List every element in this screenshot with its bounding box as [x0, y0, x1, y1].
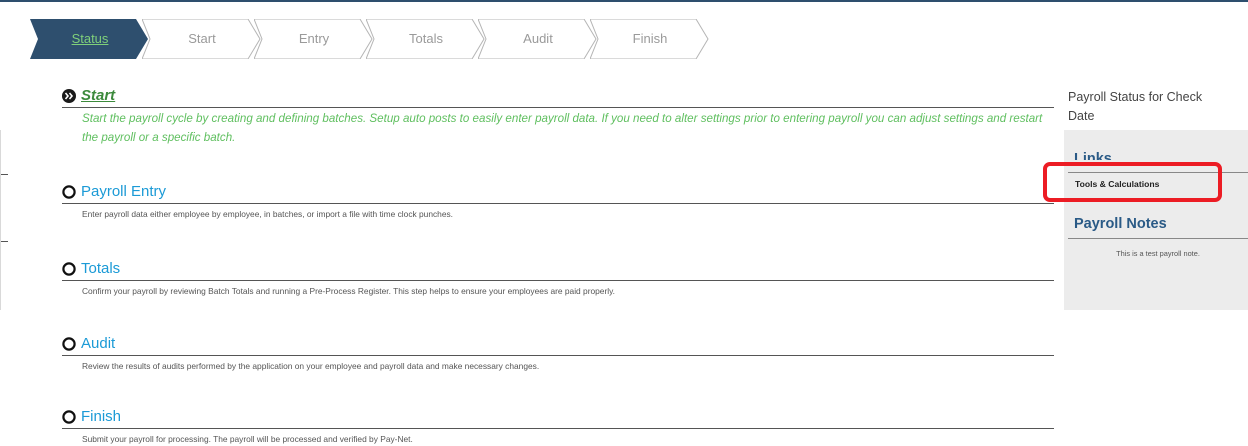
stage-header: Totals: [62, 259, 1054, 281]
highlight-box: [1043, 162, 1222, 202]
step-finish[interactable]: Finish: [590, 19, 714, 59]
stage-header: Payroll Entry: [62, 182, 1054, 204]
divider: [1068, 238, 1248, 239]
step-start[interactable]: Start: [142, 19, 266, 59]
stage-description: Review the results of audits performed b…: [82, 361, 540, 371]
stage-description: Confirm your payroll by reviewing Batch …: [82, 286, 616, 296]
left-edge-tick: [0, 241, 8, 242]
stage-title-link[interactable]: Totals: [81, 259, 120, 279]
circle-outline-icon: [62, 410, 76, 424]
stage-header: Finish: [62, 407, 1054, 429]
payroll-status-title: Payroll Status for Check Date: [1068, 90, 1203, 123]
stage-description: Start the payroll cycle by creating and …: [82, 112, 1043, 144]
step-label: Totals: [409, 31, 443, 46]
stage-title-link[interactable]: Audit: [81, 334, 115, 354]
links-heading: Links: [1074, 151, 1112, 160]
stage-totals: Totals Confirm your payroll by reviewing…: [62, 259, 1054, 297]
stage-title-link[interactable]: Finish: [81, 407, 121, 427]
stage-description: Enter payroll data either employee by em…: [82, 209, 454, 219]
stage-start: Start Start the payroll cycle by creatin…: [62, 86, 1054, 147]
circle-outline-icon: [62, 185, 76, 199]
circle-outline-icon: [62, 337, 76, 351]
stage-title-link[interactable]: Start: [81, 86, 115, 106]
step-label: Start: [188, 31, 216, 46]
stage-header: Audit: [62, 334, 1054, 356]
stage-finish: Finish Submit your payroll for processin…: [62, 407, 1054, 445]
step-audit[interactable]: Audit: [478, 19, 602, 59]
step-entry[interactable]: Entry: [254, 19, 378, 59]
left-edge-line: [0, 130, 1, 310]
circle-outline-icon: [62, 262, 76, 276]
stage-audit: Audit Review the results of audits perfo…: [62, 334, 1054, 372]
step-label: Finish: [632, 31, 668, 46]
step-totals[interactable]: Totals: [366, 19, 490, 59]
payroll-notes-heading: Payroll Notes: [1074, 216, 1167, 232]
stage-payroll-entry: Payroll Entry Enter payroll data either …: [62, 182, 1054, 220]
payroll-note-text: This is a test payroll note.: [1116, 249, 1200, 258]
step-label: Status: [71, 31, 109, 46]
top-border: [0, 0, 1248, 2]
double-chevron-right-icon: [62, 89, 76, 103]
step-label: Entry: [298, 31, 330, 46]
left-edge-tick: [0, 174, 8, 175]
stage-description: Submit your payroll for processing. The …: [82, 434, 413, 444]
stage-title-link[interactable]: Payroll Entry: [81, 182, 166, 202]
step-label: Audit: [523, 31, 553, 46]
stage-header: Start: [62, 86, 1054, 108]
step-status[interactable]: Status: [30, 19, 154, 59]
